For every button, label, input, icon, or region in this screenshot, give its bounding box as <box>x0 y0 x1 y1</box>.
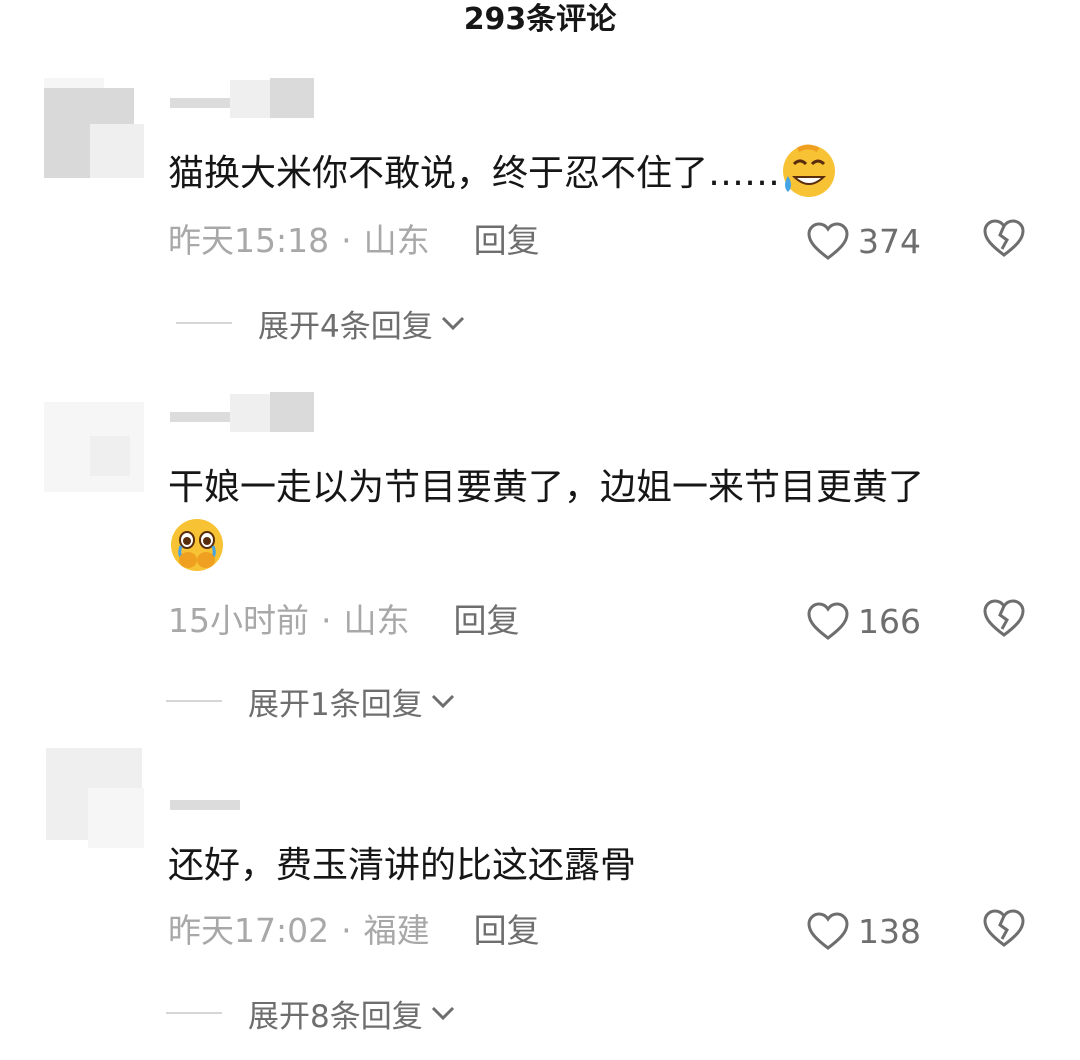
chevron-down-icon <box>441 316 464 331</box>
chevron-down-icon <box>431 1006 454 1021</box>
comment-meta: 昨天15:18 · 山东 回复 <box>168 216 540 266</box>
comment-text: 干娘一走以为节目要黄了，边姐一来节目更黄了 <box>168 458 1048 578</box>
meta-separator: · <box>321 601 332 640</box>
comment-location: 山东 <box>343 601 410 640</box>
meta-separator: · <box>341 911 352 950</box>
dislike-button[interactable] <box>982 906 1032 956</box>
heart-outline-icon <box>807 222 849 260</box>
comment-time: 昨天15:18 <box>168 221 330 260</box>
broken-heart-icon <box>983 599 1025 637</box>
reply-button[interactable]: 回复 <box>474 221 540 260</box>
holding-back-tears-emoji <box>168 516 226 574</box>
chevron-down-icon <box>431 694 454 709</box>
comment-text: 还好，费玉清讲的比这还露骨 <box>168 836 1048 896</box>
expand-replies-button[interactable]: 展开4条回复 <box>176 298 467 348</box>
like-count: 374 <box>858 221 921 261</box>
expand-replies-label: 展开4条回复 <box>258 308 433 345</box>
meta-separator: · <box>341 221 352 260</box>
divider-line <box>166 700 222 702</box>
username[interactable] <box>170 392 320 432</box>
dislike-button[interactable] <box>982 596 1032 646</box>
expand-replies-label: 展开1条回复 <box>248 686 423 723</box>
comment-time: 昨天17:02 <box>168 911 330 950</box>
broken-heart-icon <box>983 219 1025 257</box>
comment-time: 15小时前 <box>168 601 309 640</box>
comment-text-content: 还好，费玉清讲的比这还露骨 <box>168 845 637 886</box>
avatar[interactable] <box>44 392 144 492</box>
expand-replies-label: 展开8条回复 <box>248 998 423 1035</box>
dislike-button[interactable] <box>982 216 1032 266</box>
like-button[interactable]: 138 <box>806 906 921 956</box>
avatar[interactable] <box>44 78 144 178</box>
heart-outline-icon <box>807 912 849 950</box>
like-button[interactable]: 166 <box>806 596 921 646</box>
comment-text-content: 猫换大米你不敢说，终于忍不住了…… <box>168 153 781 194</box>
comments-count-title: 293条评论 <box>463 2 617 37</box>
comment-meta: 昨天17:02 · 福建 回复 <box>168 906 540 956</box>
divider-line <box>166 1012 222 1014</box>
username[interactable] <box>170 780 320 810</box>
broken-heart-icon <box>983 909 1025 947</box>
reply-button[interactable]: 回复 <box>454 601 520 640</box>
reply-button[interactable]: 回复 <box>474 911 540 950</box>
username[interactable] <box>170 78 320 118</box>
rolling-laughing-emoji <box>780 142 838 200</box>
comment-text-content: 干娘一走以为节目要黄了，边姐一来节目更黄了 <box>168 467 925 508</box>
divider-line <box>176 322 232 324</box>
expand-replies-button[interactable]: 展开8条回复 <box>166 988 457 1038</box>
like-count: 138 <box>858 911 921 951</box>
avatar[interactable] <box>44 748 144 848</box>
comment-location: 福建 <box>363 911 430 950</box>
comment-meta: 15小时前 · 山东 回复 <box>168 596 520 646</box>
like-button[interactable]: 374 <box>806 216 921 266</box>
expand-replies-button[interactable]: 展开1条回复 <box>166 676 457 726</box>
like-count: 166 <box>858 601 921 641</box>
comment-location: 山东 <box>363 221 430 260</box>
heart-outline-icon <box>807 602 849 640</box>
comment-text: 猫换大米你不敢说，终于忍不住了…… <box>168 144 1048 204</box>
